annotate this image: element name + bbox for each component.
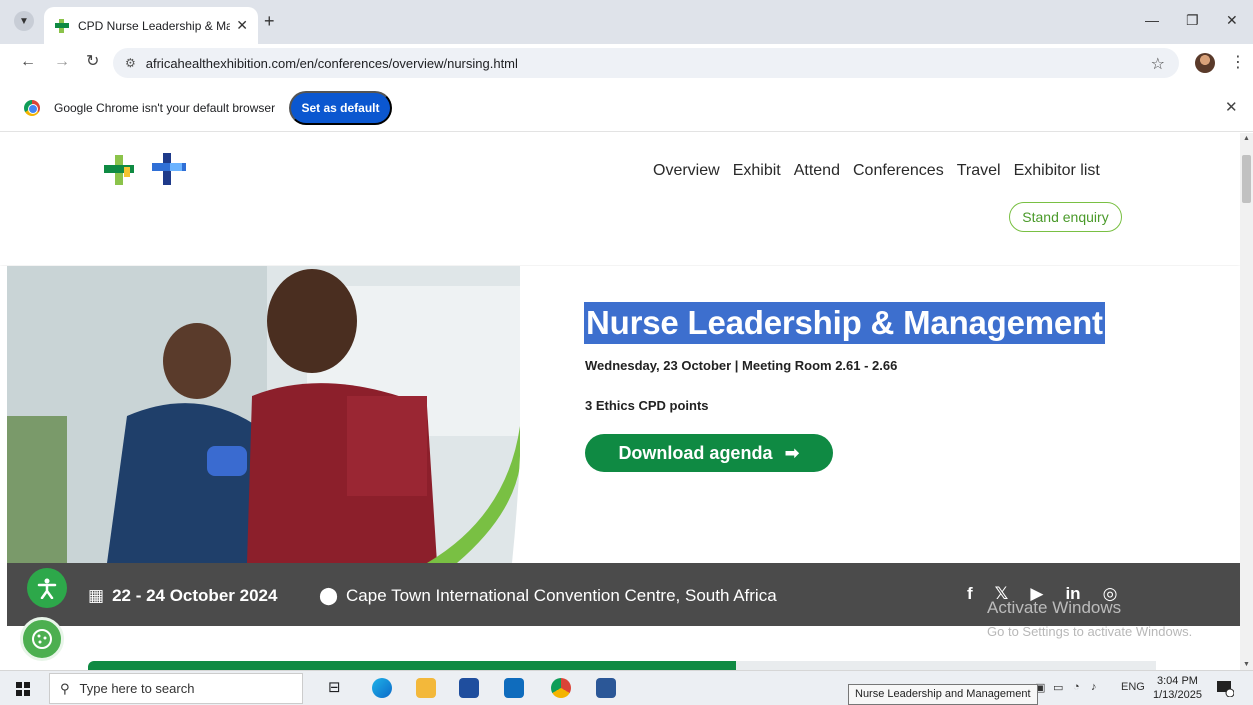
restore-icon[interactable]: ❐ xyxy=(1186,12,1199,29)
word-icon[interactable] xyxy=(596,678,616,698)
tab-strip: ▼ CPD Nurse Leadership & Mana ✕ + — ❐ ✕ xyxy=(0,0,1253,44)
volume-icon[interactable]: ♪ xyxy=(1091,681,1097,693)
download-agenda-button[interactable]: Download agenda ➡ xyxy=(585,434,833,472)
arrow-right-icon: ➡ xyxy=(784,442,800,463)
chrome-taskbar-icon[interactable] xyxy=(551,678,571,698)
clock-date: 1/13/2025 xyxy=(1153,689,1202,701)
new-tab-button[interactable]: + xyxy=(264,11,275,31)
profile-avatar[interactable] xyxy=(1195,53,1215,73)
url-text: africahealthexhibition.com/en/conference… xyxy=(145,55,518,71)
tab-title: CPD Nurse Leadership & Mana xyxy=(78,18,231,33)
nav-exhibitor-list[interactable]: Exhibitor list xyxy=(1014,162,1100,180)
window-close-icon[interactable]: ✕ xyxy=(1226,12,1238,29)
hero-section: Nurse Leadership & Management Wednesday,… xyxy=(0,266,1240,563)
infobar-message: Google Chrome isn't your default browser xyxy=(54,101,276,115)
scroll-thumb[interactable] xyxy=(1242,155,1251,203)
location-pin-icon: ⬤ xyxy=(319,586,339,605)
nav-attend[interactable]: Attend xyxy=(794,162,840,180)
activate-windows-subtext: Go to Settings to activate Windows. xyxy=(987,624,1193,639)
language-indicator[interactable]: ENG xyxy=(1121,681,1145,693)
accessibility-icon xyxy=(37,578,57,599)
cookie-settings-button[interactable] xyxy=(20,617,64,661)
page-scrollbar[interactable]: ▲ ▼ xyxy=(1240,133,1253,670)
bookmark-star-icon[interactable]: ☆ xyxy=(1151,54,1165,74)
search-placeholder: Type here to search xyxy=(79,681,195,696)
next-section-band-green xyxy=(88,661,748,670)
store-icon[interactable] xyxy=(459,678,479,698)
task-view-icon[interactable]: ⊟ xyxy=(328,678,348,698)
taskbar-search-box[interactable]: ⚲ Type here to search xyxy=(49,673,303,704)
chrome-logo-icon xyxy=(24,100,40,116)
cookie-icon xyxy=(32,629,52,649)
edge-icon[interactable] xyxy=(372,678,392,698)
set-as-default-button[interactable]: Set as default xyxy=(289,91,392,125)
site-info-icon[interactable]: ⚙ xyxy=(125,56,136,70)
next-section-band-grey xyxy=(736,661,1156,670)
notification-icon[interactable] xyxy=(1216,679,1234,697)
outlook-icon[interactable] xyxy=(504,678,524,698)
scroll-down-icon[interactable]: ▼ xyxy=(1243,661,1250,668)
reload-icon[interactable]: ↻ xyxy=(86,53,99,71)
site-header: Overview Exhibit Attend Conferences Trav… xyxy=(0,133,1240,265)
africa-health-logo-icon[interactable] xyxy=(104,151,194,191)
calendar-icon: ▦ xyxy=(88,586,105,605)
infobar-close-icon[interactable]: ✕ xyxy=(1225,98,1238,116)
scroll-up-icon[interactable]: ▲ xyxy=(1243,135,1250,142)
event-dates-text: 22 - 24 October 2024 xyxy=(112,586,278,605)
facebook-icon[interactable]: f xyxy=(967,584,973,604)
wifi-icon[interactable]: ◔ xyxy=(1073,681,1080,693)
clock-time: 3:04 PM xyxy=(1156,675,1198,687)
session-date-room: Wednesday, 23 October | Meeting Room 2.6… xyxy=(585,358,898,373)
page-viewport: Overview Exhibit Attend Conferences Trav… xyxy=(0,133,1240,670)
minimize-icon[interactable]: — xyxy=(1145,12,1159,28)
download-agenda-label: Download agenda xyxy=(618,442,773,463)
back-icon[interactable]: ← xyxy=(20,53,36,71)
tab-active[interactable]: CPD Nurse Leadership & Mana ✕ xyxy=(44,7,258,44)
default-browser-infobar: Google Chrome isn't your default browser… xyxy=(0,84,1253,132)
menu-kebab-icon[interactable]: ⋮ xyxy=(1230,52,1246,72)
site-favicon-icon xyxy=(54,18,70,34)
hero-photo-nurse-patient xyxy=(7,266,520,563)
stand-enquiry-button[interactable]: Stand enquiry xyxy=(1009,202,1122,232)
nav-conferences[interactable]: Conferences xyxy=(853,162,944,180)
forward-icon[interactable]: → xyxy=(54,53,70,71)
nav-exhibit[interactable]: Exhibit xyxy=(733,162,781,180)
nav-travel[interactable]: Travel xyxy=(957,162,1001,180)
search-icon: ⚲ xyxy=(60,680,70,696)
accessibility-button[interactable] xyxy=(27,568,67,608)
taskbar-clock[interactable]: 3:04 PM 1/13/2025 xyxy=(1153,674,1202,702)
address-bar[interactable]: ⚙ africahealthexhibition.com/en/conferen… xyxy=(113,48,1179,78)
page-title: Nurse Leadership & Management xyxy=(584,302,1105,344)
event-dates: ▦ 22 - 24 October 2024 xyxy=(88,586,277,606)
event-venue-text: Cape Town International Convention Centr… xyxy=(346,586,777,605)
main-nav: Overview Exhibit Attend Conferences Trav… xyxy=(653,162,1100,180)
taskbar-tooltip: Nurse Leadership and Management xyxy=(848,684,1038,705)
battery-icon[interactable]: ▭ xyxy=(1053,681,1063,694)
activate-windows-watermark: Activate Windows xyxy=(987,598,1122,617)
tab-close-icon[interactable]: ✕ xyxy=(236,17,248,34)
tab-search-chevron-icon[interactable]: ▼ xyxy=(14,11,34,31)
windows-start-icon[interactable] xyxy=(16,682,30,696)
cpd-points: 3 Ethics CPD points xyxy=(585,398,709,413)
nav-overview[interactable]: Overview xyxy=(653,162,720,180)
windows-taskbar: ⚲ Type here to search ⊟ ▣ ▭ ◔ ♪ ENG 3:04… xyxy=(0,670,1253,705)
event-venue: ⬤ Cape Town International Convention Cen… xyxy=(319,586,777,606)
file-explorer-icon[interactable] xyxy=(416,678,436,698)
browser-toolbar: ← → ↻ ⚙ africahealthexhibition.com/en/co… xyxy=(0,44,1253,82)
